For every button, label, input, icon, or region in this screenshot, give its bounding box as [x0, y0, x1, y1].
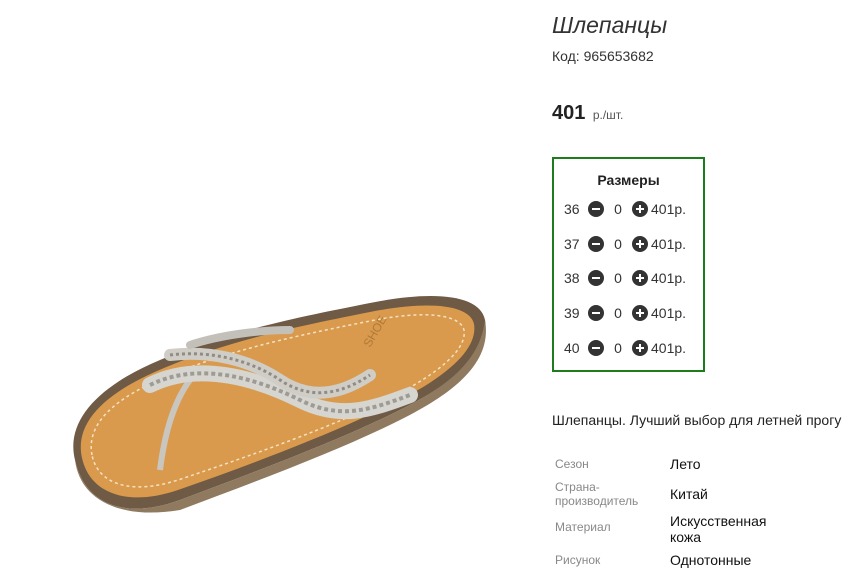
property-value: Искусственная кожа [670, 513, 767, 545]
property-label: Страна-производитель [555, 480, 639, 508]
size-sum: 401р. [651, 270, 687, 286]
size-number: 37 [564, 236, 580, 252]
property-value: Лето [670, 456, 701, 472]
price-value: 401 [552, 102, 586, 124]
size-number: 40 [564, 340, 580, 356]
product-image[interactable]: SHOE [40, 170, 500, 570]
size-row: 40 0 401р. [564, 338, 686, 358]
size-number: 36 [564, 201, 580, 217]
plus-circle-icon[interactable] [632, 236, 648, 252]
plus-circle-icon[interactable] [632, 270, 648, 286]
size-row: 36 0 401р. [564, 199, 686, 219]
product-title: Шлепанцы [552, 12, 668, 38]
quantity-value: 0 [614, 305, 622, 321]
size-sum: 401р. [651, 340, 687, 356]
quantity-value: 0 [614, 236, 622, 252]
size-row: 38 0 401р. [564, 268, 686, 288]
size-sum: 401р. [651, 236, 687, 252]
size-sum: 401р. [651, 305, 687, 321]
size-row: 37 0 401р. [564, 234, 686, 254]
product-code: Код: 965653682 [552, 48, 654, 64]
size-number: 39 [564, 305, 580, 321]
plus-circle-icon[interactable] [632, 340, 648, 356]
plus-circle-icon[interactable] [632, 305, 648, 321]
minus-circle-icon[interactable] [588, 201, 604, 217]
sizes-heading: Размеры [597, 172, 660, 188]
property-label: Материал [555, 520, 611, 534]
quantity-value: 0 [614, 340, 622, 356]
property-value: Китай [670, 486, 708, 502]
property-value: Однотонные [670, 552, 752, 568]
minus-circle-icon[interactable] [588, 340, 604, 356]
product-description: Шлепанцы. Лучший выбор для летней прогу [552, 412, 842, 428]
product-price: 401 р./шт. [552, 102, 623, 125]
size-number: 38 [564, 270, 580, 286]
quantity-value: 0 [614, 270, 622, 286]
size-row: 39 0 401р. [564, 303, 686, 323]
quantity-value: 0 [614, 201, 622, 217]
minus-circle-icon[interactable] [588, 270, 604, 286]
sizes-panel: Размеры 36 0 401р. 37 0 401р. 38 0 401р.… [552, 157, 705, 372]
product-code-value: 965653682 [583, 48, 654, 64]
product-code-label: Код: [552, 48, 580, 64]
size-sum: 401р. [651, 201, 687, 217]
minus-circle-icon[interactable] [588, 236, 604, 252]
minus-circle-icon[interactable] [588, 305, 604, 321]
property-label: Сезон [555, 457, 589, 471]
property-label: Рисунок [555, 553, 601, 567]
plus-circle-icon[interactable] [632, 201, 648, 217]
price-unit: р./шт. [592, 108, 624, 122]
